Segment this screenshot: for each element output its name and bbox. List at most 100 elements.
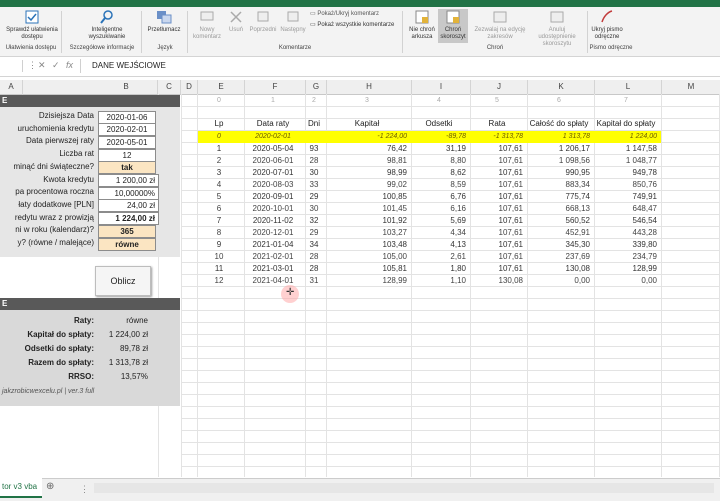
translate-icon: [157, 11, 172, 24]
schedule-cell: 6,16: [450, 204, 466, 213]
col-header-E[interactable]: E: [198, 80, 245, 95]
schedule-cell: 2020-12-01: [252, 228, 294, 237]
schedule-cell: 107,61: [498, 180, 523, 189]
input-value[interactable]: 365: [98, 224, 156, 238]
input-value[interactable]: 10,00000%: [98, 186, 159, 200]
schedule-cell: 107,61: [498, 192, 523, 201]
col-header-A[interactable]: A: [0, 80, 23, 95]
grid-row-line: [181, 442, 720, 443]
col-header-C[interactable]: C: [158, 80, 181, 95]
input-value[interactable]: tak: [98, 161, 156, 175]
schedule-cell: 949,78: [632, 168, 657, 177]
initial-row-cell: [306, 131, 322, 143]
input-value[interactable]: 1 224,00 zł: [98, 212, 159, 226]
formula-check-icon[interactable]: ✓: [52, 60, 60, 71]
col-header-D[interactable]: D: [181, 80, 198, 95]
delete-comment-button[interactable]: Usuń: [224, 9, 248, 34]
result-label: Razem do spłaty:: [28, 358, 94, 367]
schedule-cell: 2020-09-01: [252, 192, 294, 201]
calculate-button[interactable]: Oblicz: [95, 266, 151, 296]
input-header: E: [0, 95, 180, 107]
unprotect-sheet-button[interactable]: Nie chroń arkusza: [406, 9, 438, 41]
formula-input[interactable]: DANE WEJŚCIOWE: [92, 61, 166, 70]
previous-comment-button[interactable]: Poprzedni: [248, 9, 278, 34]
next-comment-button[interactable]: Następny: [278, 9, 308, 34]
arrow-right-icon: [287, 11, 299, 22]
input-value[interactable]: 1 200,00 zł: [98, 174, 159, 187]
translate-button[interactable]: Przetłumacz: [145, 9, 183, 34]
initial-row-cell: 2020-02-01: [255, 133, 291, 140]
sheet-lock-icon: [415, 10, 429, 24]
schedule-cell: 749,91: [632, 192, 657, 201]
schedule-cell: 4,34: [450, 228, 466, 237]
input-value[interactable]: 2020-02-01: [98, 123, 156, 137]
schedule-cell: 1 048,77: [625, 156, 657, 165]
input-label: redytu wraz z prowizją: [14, 212, 94, 222]
col-header-F[interactable]: F: [245, 80, 306, 95]
grid-row-line: [181, 394, 720, 395]
schedule-cell: 105,00: [382, 252, 407, 261]
result-value: równe: [126, 316, 148, 325]
function-icon[interactable]: fx: [66, 60, 73, 70]
input-label: Data pierwszej raty: [25, 136, 94, 146]
schedule-cell: 8,62: [450, 168, 466, 177]
schedule-cell: 3: [216, 168, 222, 177]
name-box[interactable]: [0, 60, 23, 72]
column-header: Kapitał: [354, 119, 380, 128]
schedule-cell: 6: [216, 204, 222, 213]
col-header-J[interactable]: J: [471, 80, 528, 95]
smart-lookup-button[interactable]: Inteligentne wyszukiwanie: [82, 9, 132, 41]
schedule-cell: 107,61: [498, 240, 523, 249]
schedule-cell: 648,47: [632, 204, 657, 213]
schedule-cell: 31,19: [445, 144, 466, 153]
col-header-K[interactable]: K: [528, 80, 595, 95]
allow-edit-ranges-button[interactable]: Zezwalaj na edycję zakresów: [472, 9, 528, 41]
horizontal-scrollbar[interactable]: [94, 483, 714, 493]
ink-icon: [601, 10, 613, 23]
accessibility-check-button[interactable]: Sprawdź ułatwienia dostępu: [6, 9, 58, 41]
input-label: łaty dodatkowe [PLN]: [18, 199, 94, 209]
input-value[interactable]: 12: [98, 148, 156, 162]
schedule-cell: 100,85: [382, 192, 407, 201]
schedule-cell: 76,42: [386, 144, 407, 153]
sheet-scroll-icon[interactable]: ⋮: [80, 484, 89, 495]
col-header-I[interactable]: I: [412, 80, 471, 95]
input-value[interactable]: równe: [98, 237, 156, 251]
input-value[interactable]: 2020-05-01: [98, 135, 156, 149]
protect-workbook-button[interactable]: Chroń skoroszyt: [438, 9, 468, 43]
col-header-H[interactable]: H: [327, 80, 412, 95]
column-header: Lp: [214, 119, 224, 128]
sheet-tab-active[interactable]: tor v3 vba: [0, 478, 42, 498]
input-value[interactable]: 2020-01-06: [98, 110, 156, 124]
col-header-A-ext[interactable]: [23, 80, 96, 95]
schedule-cell: 101,45: [382, 204, 407, 213]
col-header-G[interactable]: G: [306, 80, 327, 95]
col-header-M[interactable]: M: [662, 80, 720, 95]
schedule-cell: 2020-06-01: [252, 156, 294, 165]
initial-row-cell: 1 224,00: [629, 133, 657, 140]
unshare-workbook-button[interactable]: Anuluj udostępnienie skoroszytu: [530, 9, 584, 48]
initial-row-cell: -1 224,00: [377, 133, 407, 140]
schedule-cell: 4,13: [450, 240, 466, 249]
schedule-cell: 32: [309, 216, 319, 225]
schedule-cell: 6,76: [450, 192, 466, 201]
input-value[interactable]: 24,00 zł: [98, 199, 159, 213]
hide-ink-button[interactable]: Ukryj pismo odręczne: [590, 9, 624, 41]
initial-row-cell: -89,78: [446, 133, 466, 140]
col-header-L[interactable]: L: [595, 80, 662, 95]
result-label: Odsetki do spłaty:: [24, 344, 94, 353]
add-sheet-icon[interactable]: ⊕: [46, 481, 54, 492]
new-comment-button[interactable]: Nowy komentarz: [190, 9, 224, 41]
formula-x-icon[interactable]: ✕: [38, 60, 46, 71]
schedule-cell: 33: [309, 180, 319, 189]
schedule-cell: 1: [216, 144, 222, 153]
schedule-cell: 546,54: [632, 216, 657, 225]
show-hide-comment-option[interactable]: ▭ Pokaż/Ukryj komentarz: [310, 10, 379, 17]
schedule-cell: 2: [216, 156, 222, 165]
grid-row-line: [181, 310, 720, 311]
schedule-cell: 2,61: [450, 252, 466, 261]
col-header-B[interactable]: B: [95, 80, 158, 95]
schedule-cell: 1,10: [450, 276, 466, 285]
formula-cancel-icon[interactable]: ⋮: [28, 60, 37, 71]
show-all-comments-option[interactable]: ▭ Pokaż wszystkie komentarze: [310, 21, 394, 28]
